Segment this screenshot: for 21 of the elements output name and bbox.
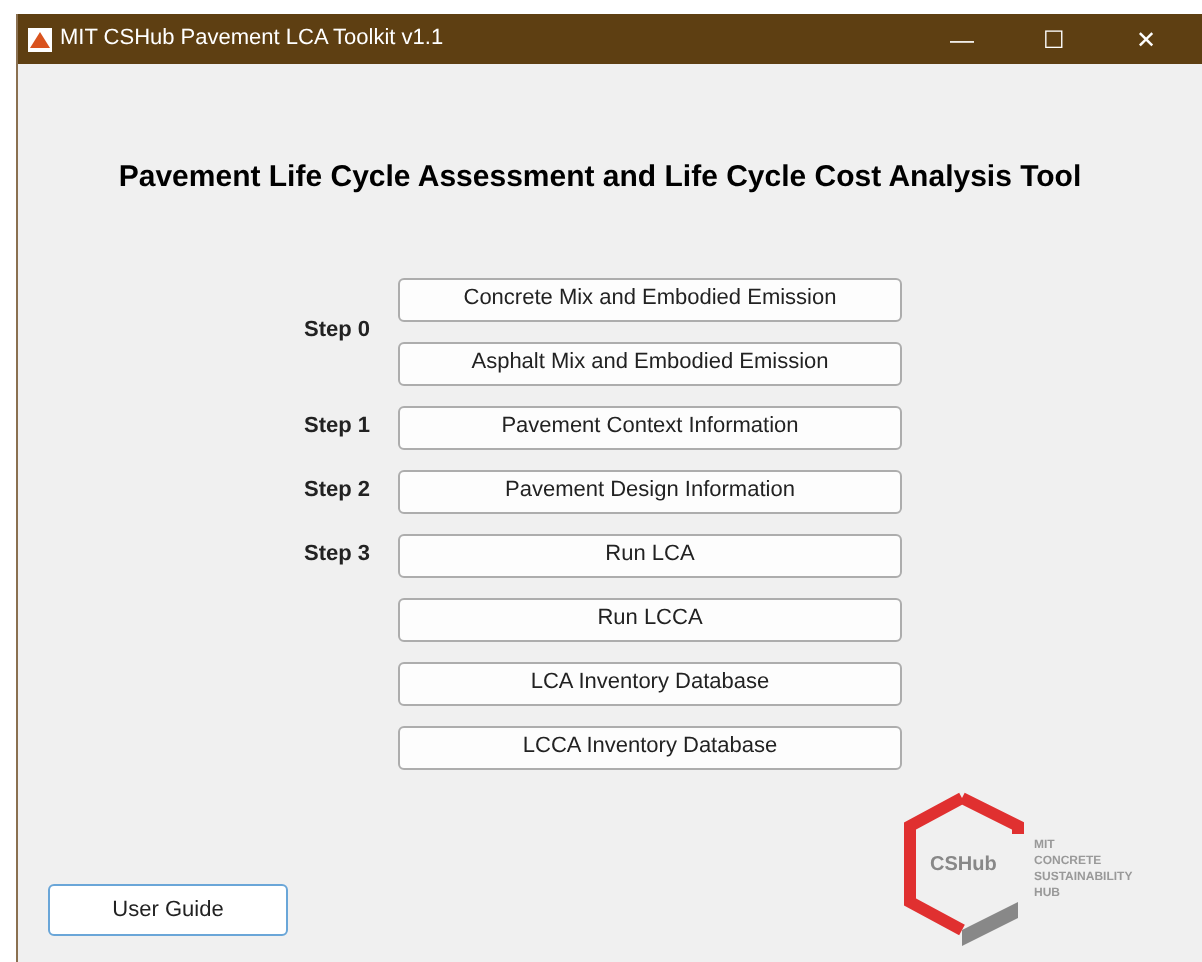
tool-button[interactable]: Asphalt Mix and Embodied Emission <box>398 341 902 385</box>
window-control-button[interactable]: ✕ <box>1100 21 1192 57</box>
step-label: Step 3 <box>303 540 370 571</box>
step-label: Step 0 <box>303 316 370 347</box>
window-control-button[interactable]: — <box>916 21 1008 57</box>
tool-button[interactable]: LCA Inventory Database <box>398 661 902 705</box>
window-title: MIT CSHub Pavement LCA Toolkit v1.1 <box>60 24 444 55</box>
step-label: Step 1 <box>303 412 370 443</box>
tool-button[interactable]: LCCA Inventory Database <box>398 725 902 769</box>
app-icon <box>28 27 52 51</box>
heading: Pavement Life Cycle Assessment and Life Cycle Cost Analysis Tool <box>116 158 1084 198</box>
tool-button[interactable]: Concrete Mix and Embodied Emission <box>398 277 902 321</box>
tool-button[interactable]: Run LCA <box>398 533 902 577</box>
step-label: Step 2 <box>303 476 370 507</box>
window-control-button[interactable]: ☐ <box>1008 21 1100 57</box>
tool-button[interactable]: Pavement Design Information <box>398 469 902 513</box>
logo-text: CSHub <box>930 852 997 880</box>
tool-button[interactable]: Run LCCA <box>398 597 902 641</box>
hexagon-logo-icon <box>902 790 1026 950</box>
user-guide-button[interactable]: User Guide <box>48 884 288 936</box>
tool-button[interactable]: Pavement Context Information <box>398 405 902 449</box>
